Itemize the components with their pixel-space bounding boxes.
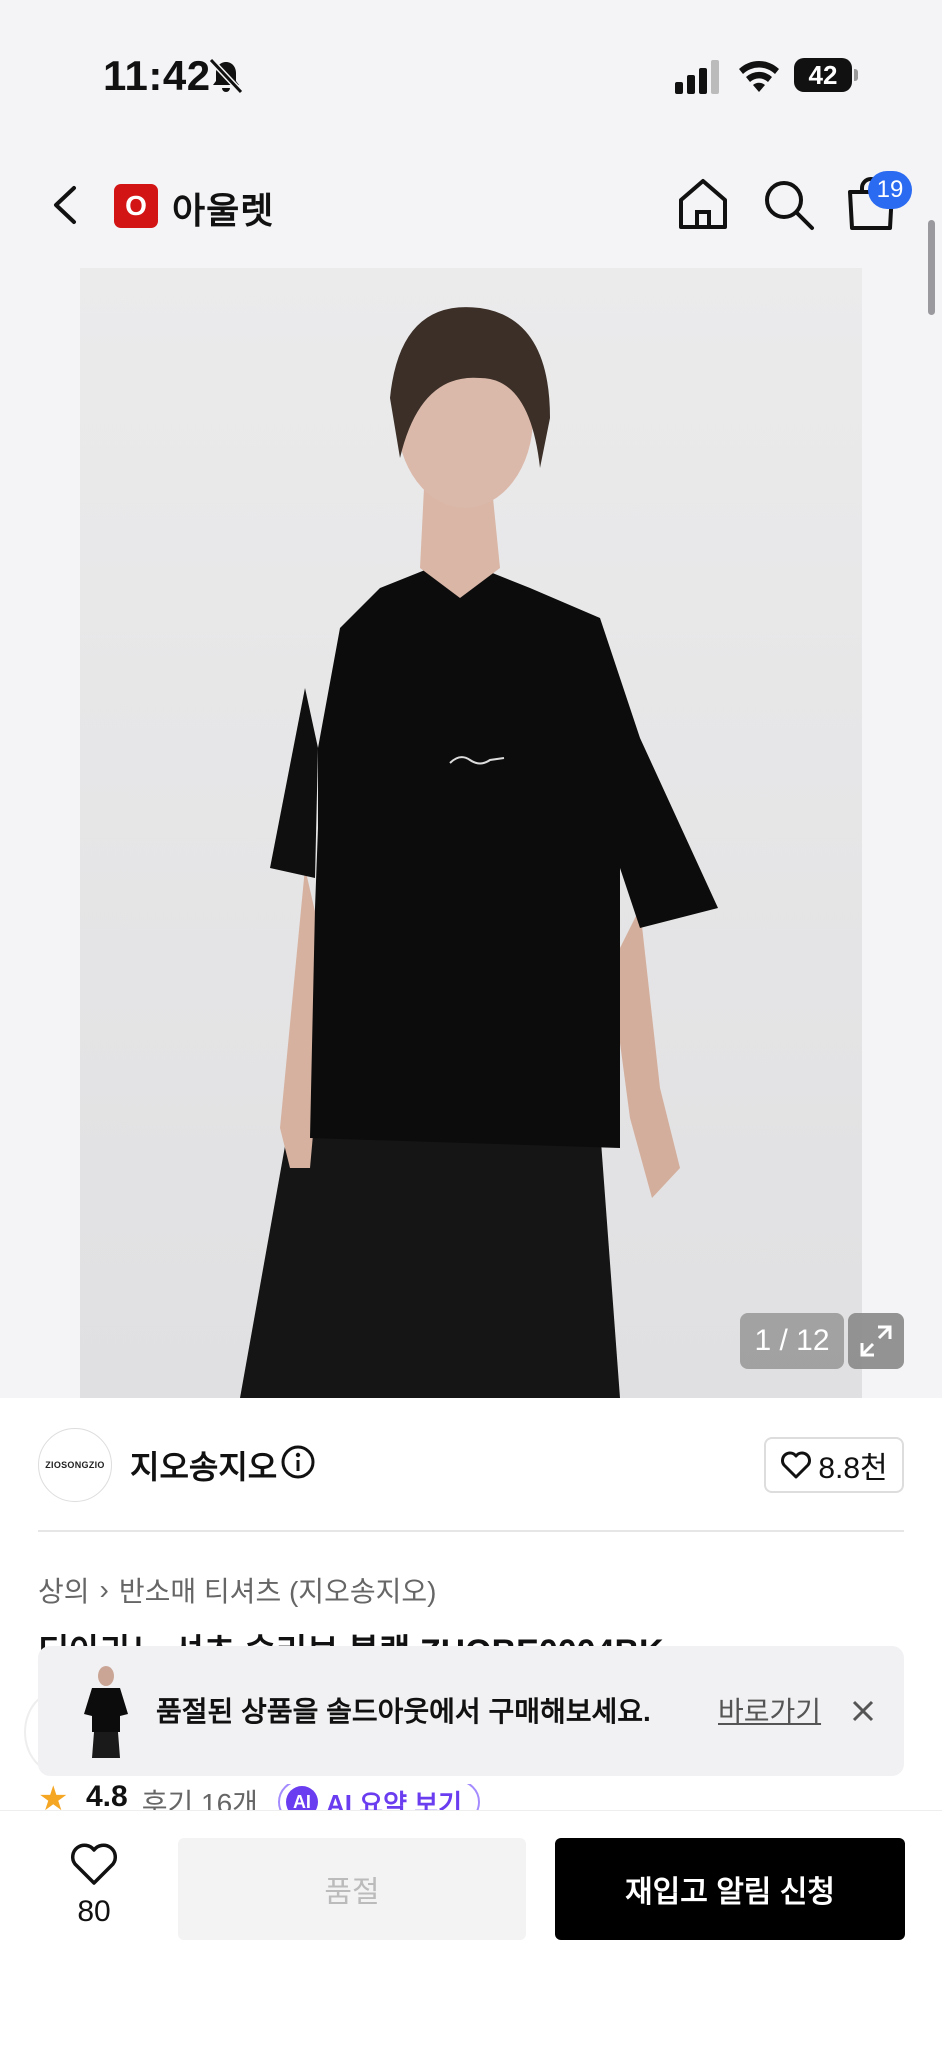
top-navigation: O 아울렛 <box>0 160 942 250</box>
expand-icon[interactable] <box>848 1313 904 1369</box>
wifi-icon <box>739 61 779 92</box>
ai-summary-label: AI 요약 보기 <box>325 1788 463 1811</box>
review-count[interactable]: 후기 16개 <box>142 1784 258 1810</box>
seller-like-button[interactable]: 8.8천 <box>764 1437 904 1493</box>
chevron-right-icon: › <box>99 1574 109 1605</box>
product-thumbnail <box>74 1662 138 1758</box>
soldout-button: 품절 <box>178 1838 526 1940</box>
status-time: 11:42 <box>103 52 211 99</box>
seller-name[interactable]: 지오송지오 <box>130 1442 277 1488</box>
breadcrumb: 상의 › 반소매 티셔츠 (지오송지오) <box>38 1570 436 1610</box>
product-image[interactable] <box>80 268 862 1398</box>
info-icon[interactable] <box>280 1444 316 1480</box>
star-icon: ★ <box>38 1784 69 1810</box>
battery-level: 42 <box>794 58 852 92</box>
breadcrumb-subcategory[interactable]: 반소매 티셔츠 (지오송지오) <box>119 1570 437 1610</box>
home-icon[interactable] <box>676 176 730 232</box>
breadcrumb-category[interactable]: 상의 <box>38 1570 90 1610</box>
heart-icon <box>781 1451 812 1479</box>
soldout-message: 품절된 상품을 솔드아웃에서 구매해보세요. <box>156 1696 651 1727</box>
cellular-signal-icon <box>675 60 719 94</box>
wish-count: 80 <box>77 1895 111 1928</box>
model-photo <box>80 268 862 1398</box>
outlet-logo[interactable]: O <box>114 184 158 228</box>
page-scrollbar[interactable] <box>928 220 935 315</box>
rating-row: ★ 4.8 후기 16개 AI AI 요약 보기 <box>38 1784 904 1810</box>
search-icon[interactable] <box>760 176 816 232</box>
status-bar: 11:42 42 <box>0 0 942 150</box>
outlet-title[interactable]: 아울렛 <box>172 182 274 234</box>
soldout-banner: 품절된 상품을 솔드아웃에서 구매해보세요. 바로가기 <box>38 1646 904 1776</box>
cart-count-badge: 19 <box>868 171 912 209</box>
ai-icon: AI <box>285 1786 318 1810</box>
ai-summary-button[interactable]: AI AI 요약 보기 <box>277 1784 481 1811</box>
heart-icon <box>70 1843 118 1885</box>
seller-logo[interactable]: ZIOSONGZIO <box>38 1428 112 1502</box>
wish-button[interactable]: 80 <box>56 1841 132 1929</box>
close-icon[interactable] <box>848 1696 878 1726</box>
image-counter: 1 / 12 <box>740 1313 844 1369</box>
bell-off-icon <box>208 57 244 95</box>
bottom-action-bar: 80 품절 재입고 알림 신청 <box>0 1810 942 2048</box>
restock-alert-button[interactable]: 재입고 알림 신청 <box>555 1838 905 1940</box>
divider <box>38 1530 904 1532</box>
back-arrow-icon[interactable] <box>44 180 88 230</box>
battery-icon: 42 <box>794 58 858 92</box>
rating-score: 4.8 <box>86 1784 128 1810</box>
soldout-link[interactable]: 바로가기 <box>718 1690 821 1730</box>
seller-like-count: 8.8천 <box>818 1452 888 1485</box>
